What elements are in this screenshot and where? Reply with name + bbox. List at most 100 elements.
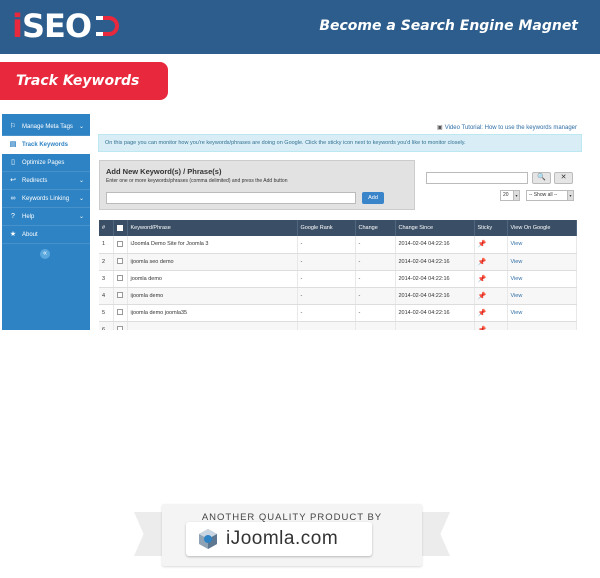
change-cell: - <box>355 304 396 322</box>
info-message: On this page you can monitor how you're … <box>98 134 582 152</box>
change-cell: - <box>355 253 396 271</box>
pin-icon[interactable]: 📌 <box>478 241 487 248</box>
table-row: 5 ijoomla demo joomla35- -2014-02-04 04:22… <box>99 304 577 322</box>
pin-icon[interactable]: 📌 <box>478 293 487 300</box>
sidebar-item-optimize-pages[interactable]: ▯ Optimize Pages <box>2 154 90 172</box>
row-number: 5 <box>99 304 114 322</box>
search-icon[interactable]: 🔍 <box>532 172 551 184</box>
row-number: 3 <box>99 270 114 288</box>
keyword-cell: ijoomla demo <box>127 287 298 305</box>
row-number: 6 <box>99 321 114 330</box>
sidebar-item-label: Manage Meta Tags <box>22 123 73 130</box>
col-sticky[interactable]: Sticky <box>474 220 508 236</box>
row-select-checkbox[interactable] <box>116 326 123 330</box>
google-rank-cell: - <box>297 236 356 254</box>
clear-search-icon[interactable]: ✕ <box>554 172 573 184</box>
sidebar-item-label: Redirects <box>22 177 48 184</box>
sticky-cell: 📌 <box>474 304 508 322</box>
star-icon: ★ <box>9 230 17 238</box>
add-panel-hint: Enter one or more keywords/phrases (comm… <box>106 178 288 184</box>
select-all-checkbox[interactable] <box>116 224 123 231</box>
table-row: 4 ijoomla demo - -2014-02-04 04:22:16 📌 View <box>99 287 577 305</box>
row-select-checkbox[interactable] <box>116 258 123 265</box>
row-checkbox <box>113 287 128 305</box>
ijoomla-logo[interactable]: iJoomla.com <box>186 522 372 556</box>
sticky-cell: 📌 <box>474 270 508 288</box>
view-link[interactable]: View <box>507 287 577 305</box>
table-header-row: # Keyword/Phrase Google Rank Change Chan… <box>99 220 577 236</box>
header-bar: iSEO Become a Search Engine Magnet <box>0 0 600 54</box>
chevron-down-icon: ⌄ <box>78 177 84 184</box>
col-google-rank[interactable]: Google Rank <box>297 220 356 236</box>
change-since-cell: 2014-02-04 04:22:16 <box>395 270 475 288</box>
keyword-input[interactable] <box>106 192 356 204</box>
search-input[interactable] <box>426 172 528 184</box>
logo-letter-i: i <box>12 7 23 45</box>
col-keyword[interactable]: Keyword/Phrase <box>127 220 298 236</box>
tag-icon: ⚐ <box>9 122 17 130</box>
show-filter-select[interactable]: -- Show all -- ▾ <box>526 190 574 201</box>
change-since-cell: 2014-02-04 04:22:16 <box>395 253 475 271</box>
sidebar-item-label: Optimize Pages <box>22 159 65 166</box>
col-change[interactable]: Change <box>355 220 396 236</box>
sticky-cell: 📌 <box>474 236 508 254</box>
row-select-checkbox[interactable] <box>116 292 123 299</box>
view-link[interactable] <box>507 321 577 330</box>
add-keyword-panel: Add New Keyword(s) / Phrase(s) Enter one… <box>99 160 415 210</box>
change-cell: - <box>355 287 396 305</box>
chevron-down-icon: ⌄ <box>78 213 84 220</box>
pin-icon[interactable]: 📌 <box>478 276 487 283</box>
pin-icon[interactable]: 📌 <box>478 327 487 331</box>
video-tutorial-link[interactable]: ▣ Video Tutorial: How to use the keywords… <box>437 124 577 132</box>
page-icon: ▯ <box>11 158 15 166</box>
collapse-sidebar-icon[interactable]: « <box>40 249 50 259</box>
chevron-down-icon: ⌄ <box>78 195 84 202</box>
sidebar-item-redirects[interactable]: ↩ Redirects ⌄ <box>2 172 90 190</box>
row-select-checkbox[interactable] <box>116 275 123 282</box>
change-since-cell: 2014-02-04 04:22:16 <box>395 287 475 305</box>
add-button[interactable]: Add <box>362 192 384 204</box>
document-icon: ▤ <box>9 140 17 148</box>
sidebar-item-help[interactable]: ? Help ⌄ <box>2 208 90 226</box>
row-select-checkbox[interactable] <box>116 241 123 248</box>
limit-value: 20 <box>503 192 509 198</box>
chevron-down-icon: ▾ <box>513 191 519 200</box>
col-number: # <box>99 220 114 236</box>
change-cell: - <box>355 236 396 254</box>
row-number: 2 <box>99 253 114 271</box>
sidebar-item-label: About <box>22 231 38 238</box>
sidebar-item-manage-meta-tags[interactable]: ⚐ Manage Meta Tags ⌄ <box>2 118 90 136</box>
keyword-cell: iJoomla Demo Site for Joomla 3 <box>127 236 298 254</box>
view-link[interactable]: View <box>507 253 577 271</box>
sidebar-item-label: Track Keywords <box>22 141 69 148</box>
chevron-down-icon: ⌄ <box>78 123 84 130</box>
view-link[interactable]: View <box>507 270 577 288</box>
sidebar-item-keywords-linking[interactable]: ∞ Keywords Linking ⌄ <box>2 190 90 208</box>
section-banner: Track Keywords <box>0 62 168 100</box>
app-screenshot: ⚐ Manage Meta Tags ⌄ ▤ Track Keywords ▯ Optimi… <box>2 114 585 330</box>
table-row: 3 joomla demo - -2014-02-04 04:22:16 📌 View <box>99 270 577 288</box>
table-row: 1 iJoomla Demo Site for Joomla 3- -2014-02… <box>99 236 577 254</box>
keyword-cell <box>127 321 298 330</box>
cube-icon <box>199 529 217 549</box>
keyword-cell: joomla demo <box>127 270 298 288</box>
video-camera-icon: ▣ <box>437 125 443 131</box>
magnet-icon <box>96 16 119 36</box>
limit-select[interactable]: 20 ▾ <box>500 190 520 201</box>
show-filter-value: -- Show all -- <box>529 192 558 198</box>
sidebar-item-about[interactable]: ★ About <box>2 226 90 244</box>
pin-icon[interactable]: 📌 <box>478 310 487 317</box>
view-link[interactable]: View <box>507 304 577 322</box>
pin-icon[interactable]: 📌 <box>478 259 487 266</box>
footer-badge: ANOTHER QUALITY PRODUCT BY iJoomla.com <box>132 498 452 576</box>
sidebar-item-track-keywords[interactable]: ▤ Track Keywords <box>2 136 90 154</box>
col-change-since[interactable]: Change Since <box>395 220 475 236</box>
view-link[interactable]: View <box>507 236 577 254</box>
video-tutorial-label: Video Tutorial: How to use the keywords … <box>444 125 577 131</box>
row-select-checkbox[interactable] <box>116 309 123 316</box>
google-rank-cell: - <box>297 253 356 271</box>
change-cell <box>355 321 396 330</box>
google-rank-cell: - <box>297 287 356 305</box>
sticky-cell: 📌 <box>474 287 508 305</box>
iseo-logo[interactable]: iSEO <box>12 8 121 44</box>
